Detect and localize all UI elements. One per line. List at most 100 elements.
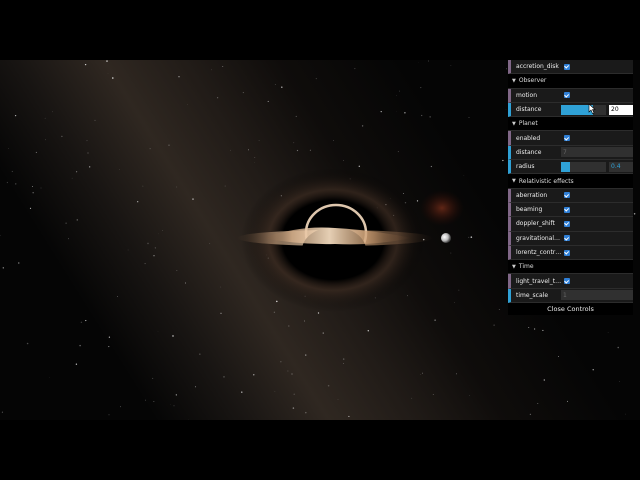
accretion-disk-row[interactable]: accretion_disk — [508, 60, 633, 75]
light-travel-time-row[interactable]: light_travel_time — [508, 274, 633, 289]
star — [592, 369, 594, 371]
star — [543, 379, 545, 381]
star — [144, 263, 146, 265]
star — [85, 320, 87, 322]
star — [287, 370, 289, 372]
star — [557, 356, 559, 357]
time-scale-row[interactable]: time_scale 1 — [508, 288, 633, 304]
folder-time-title: Time — [518, 263, 534, 271]
aberration-label: aberration — [516, 191, 548, 199]
star — [528, 326, 530, 329]
star — [112, 77, 114, 79]
beaming-checkbox[interactable] — [564, 206, 570, 213]
folder-relativistic-title: Relativistic effects — [518, 177, 574, 185]
star — [35, 151, 37, 153]
star — [333, 140, 334, 141]
gravitational-time-checkbox[interactable] — [564, 235, 570, 242]
gravitational-time-row[interactable]: gravitational_ti... — [508, 231, 633, 246]
star — [87, 152, 89, 154]
star — [267, 100, 269, 102]
star — [348, 415, 350, 417]
star — [89, 166, 91, 168]
star — [162, 230, 163, 231]
observer-motion-checkbox[interactable] — [564, 92, 570, 99]
star — [242, 92, 244, 94]
time-scale-input[interactable]: 1 — [561, 290, 633, 301]
star — [607, 331, 609, 333]
star — [434, 319, 436, 321]
star — [199, 353, 201, 355]
aberration-checkbox[interactable] — [564, 192, 570, 199]
star — [209, 243, 211, 244]
observer-motion-row[interactable]: motion — [508, 88, 633, 103]
lorentz-contraction-row[interactable]: lorentz_contra... — [508, 245, 633, 261]
star — [304, 320, 305, 322]
folder-time[interactable]: ▼ Time — [508, 260, 633, 275]
light-travel-time-label: light_travel_time — [516, 277, 562, 285]
doppler-shift-row[interactable]: doppler_shift — [508, 217, 633, 232]
doppler-shift-checkbox[interactable] — [564, 220, 570, 227]
star — [52, 111, 53, 113]
aberration-row[interactable]: aberration — [508, 188, 633, 203]
mouse-cursor-icon — [588, 104, 596, 114]
star — [86, 140, 88, 142]
star — [172, 335, 174, 337]
accretion-disk-label: accretion_disk — [516, 63, 559, 71]
star — [633, 213, 636, 215]
planet-distance-input[interactable]: 7 — [561, 147, 633, 158]
star — [18, 262, 20, 264]
star — [153, 401, 155, 402]
star — [222, 66, 224, 67]
star — [315, 78, 317, 80]
planet-radius-slider[interactable] — [561, 161, 606, 172]
observer-distance-row[interactable]: distance 20 — [508, 102, 633, 118]
close-controls-button[interactable]: Close Controls — [508, 303, 633, 316]
star — [533, 328, 536, 330]
star — [175, 394, 177, 396]
star — [8, 148, 9, 149]
star — [337, 399, 339, 400]
observer-distance-input[interactable]: 20 — [609, 104, 633, 115]
star — [456, 373, 457, 375]
star — [14, 114, 17, 117]
star — [450, 65, 452, 66]
star — [292, 407, 295, 409]
star — [168, 144, 170, 146]
star — [15, 183, 17, 185]
star — [61, 135, 63, 138]
star — [194, 386, 197, 388]
star — [108, 346, 110, 348]
star — [273, 311, 276, 313]
star — [420, 87, 422, 89]
star — [147, 242, 149, 245]
accretion-disk-checkbox[interactable] — [564, 63, 570, 70]
star — [152, 377, 154, 379]
star — [343, 159, 345, 161]
star — [176, 186, 178, 188]
planet-distance-row[interactable]: distance 7 — [508, 145, 633, 161]
star — [80, 321, 83, 324]
triangle-down-icon: ▼ — [512, 77, 516, 84]
star — [44, 117, 46, 119]
star — [317, 312, 320, 314]
planet-enabled-row[interactable]: enabled — [508, 131, 633, 146]
folder-planet[interactable]: ▼ Planet — [508, 117, 633, 132]
lorentz-contraction-label: lorentz_contra... — [516, 249, 562, 256]
star — [71, 177, 73, 179]
folder-relativistic-effects[interactable]: ▼ Relativistic effects — [508, 174, 633, 189]
star — [281, 86, 283, 88]
star — [254, 156, 256, 159]
star — [45, 139, 46, 141]
planet-radius-row[interactable]: radius 0.4 — [508, 160, 633, 175]
light-travel-time-checkbox[interactable] — [564, 278, 570, 285]
star — [293, 142, 295, 144]
beaming-row[interactable]: beaming — [508, 202, 633, 218]
star — [230, 149, 231, 151]
planet-enabled-checkbox[interactable] — [564, 135, 570, 142]
observer-distance-slider[interactable] — [561, 104, 606, 115]
star — [157, 331, 159, 332]
lorentz-contraction-checkbox[interactable] — [564, 249, 570, 256]
star — [11, 170, 13, 173]
planet-radius-input[interactable]: 0.4 — [609, 161, 633, 172]
folder-observer[interactable]: ▼ Observer — [508, 74, 633, 89]
